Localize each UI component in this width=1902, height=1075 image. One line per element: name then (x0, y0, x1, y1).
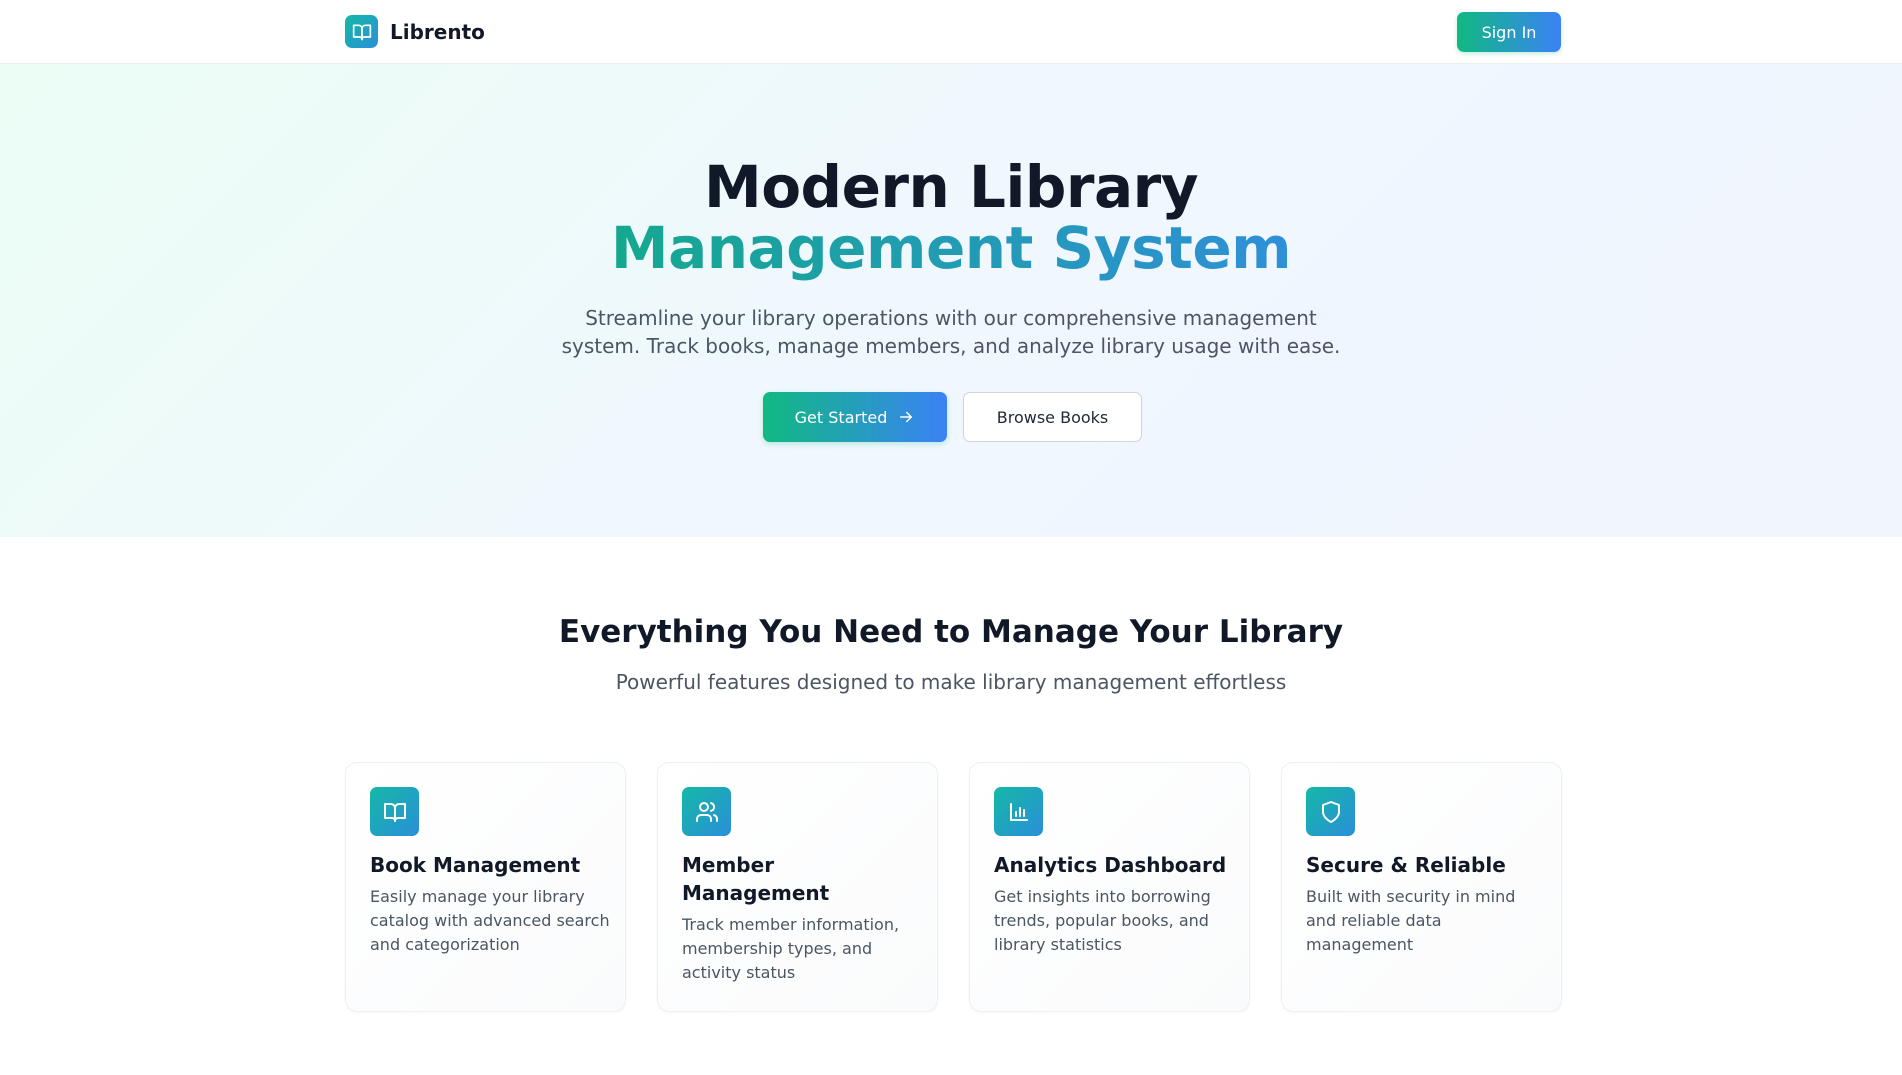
feature-card-analytics-dashboard: Analytics Dashboard Get insights into bo… (969, 762, 1250, 1012)
get-started-label: Get Started (794, 407, 888, 427)
feature-card-title: Book Management (370, 853, 581, 877)
features-heading: Everything You Need to Manage Your Libra… (558, 614, 1344, 650)
bar-chart-icon (994, 787, 1043, 836)
get-started-button[interactable]: Get Started (763, 392, 947, 442)
feature-card-member-management: Member Management Track member informati… (657, 762, 938, 1012)
book-open-icon (370, 787, 419, 836)
feature-card-secure-reliable: Secure & Reliable Built with security in… (1281, 762, 1562, 1012)
hero-title-line-2: Management System (0, 218, 1902, 279)
feature-card-title: Secure & Reliable (1306, 853, 1506, 877)
feature-card-title: Analytics Dashboard (994, 853, 1227, 877)
feature-card-description: Easily manage your library catalog with … (370, 887, 610, 954)
feature-card-title: Member Management (682, 853, 830, 905)
sign-in-button[interactable]: Sign In (1457, 12, 1561, 52)
arrow-right-icon (897, 408, 915, 426)
feature-card-description: Track member information, membership typ… (682, 915, 900, 982)
feature-card-description: Get insights into borrowing trends, popu… (994, 887, 1211, 954)
browse-books-button[interactable]: Browse Books (963, 392, 1142, 442)
hero-title-line-1: Modern Library (703, 153, 1199, 221)
hero-subtitle: Streamline your library operations with … (561, 306, 1341, 358)
brand-name: Librento (390, 19, 485, 44)
feature-card-book-management: Book Management Easily manage your libra… (345, 762, 626, 1012)
hero-title-gradient-text: Management System (610, 214, 1292, 282)
top-navbar: Librento Sign In (0, 0, 1902, 64)
shield-icon (1306, 787, 1355, 836)
book-open-icon (345, 15, 378, 48)
feature-card-description: Built with security in mind and reliable… (1306, 887, 1516, 954)
brand[interactable]: Librento (345, 15, 485, 48)
features-subheading: Powerful features designed to make libra… (615, 670, 1287, 694)
users-icon (682, 787, 731, 836)
hero-section: Modern Library Management System Streaml… (0, 64, 1902, 537)
